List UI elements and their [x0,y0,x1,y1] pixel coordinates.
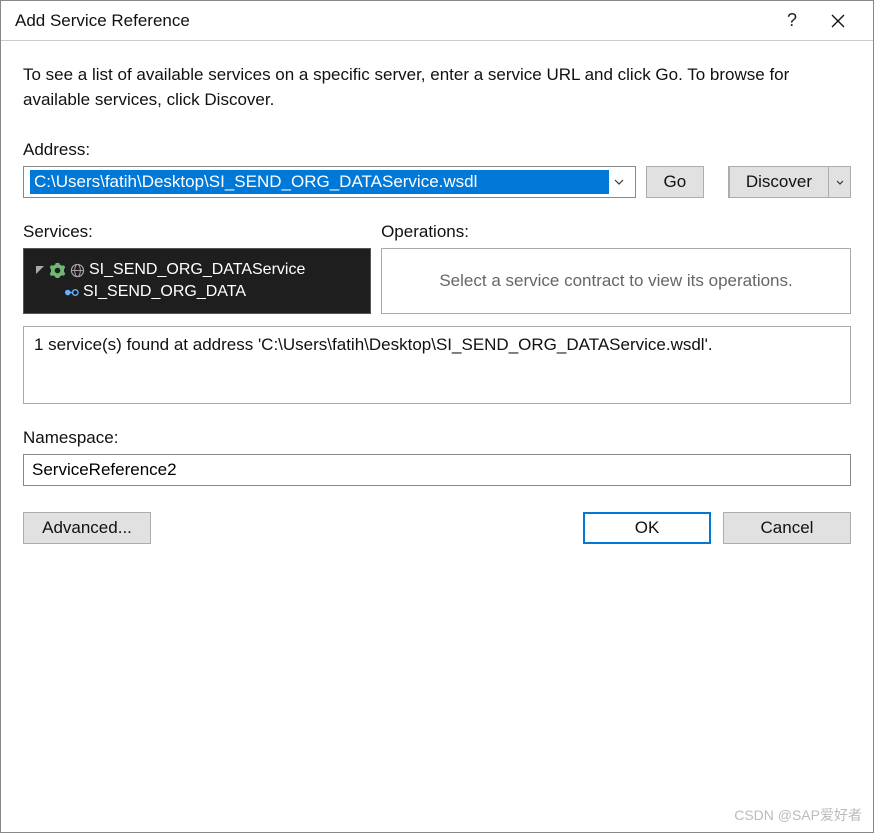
advanced-button[interactable]: Advanced... [23,512,151,544]
address-label: Address: [23,140,851,160]
globe-icon [70,263,85,278]
operations-label: Operations: [381,222,851,242]
footer: Advanced... OK Cancel [23,512,851,544]
ok-button[interactable]: OK [583,512,711,544]
operations-list[interactable]: Select a service contract to view its op… [381,248,851,314]
chevron-down-icon[interactable] [609,179,629,185]
address-combobox[interactable]: C:\Users\fatih\Desktop\SI_SEND_ORG_DATAS… [23,166,636,198]
tree-root-label: SI_SEND_ORG_DATAService [89,261,305,279]
close-icon[interactable] [815,2,861,40]
help-icon[interactable]: ? [769,2,815,40]
services-pane: Services: SI_SEND_ORG_DATAService SI_SEN… [23,222,371,314]
operations-placeholder: Select a service contract to view its op… [439,271,792,291]
dialog-title: Add Service Reference [15,11,769,31]
tree-child-row[interactable]: SI_SEND_ORG_DATA [32,281,362,303]
cancel-button[interactable]: Cancel [723,512,851,544]
address-row: C:\Users\fatih\Desktop\SI_SEND_ORG_DATAS… [23,166,851,198]
namespace-label: Namespace: [23,428,851,448]
panes: Services: SI_SEND_ORG_DATAService SI_SEN… [23,222,851,314]
address-value: C:\Users\fatih\Desktop\SI_SEND_ORG_DATAS… [30,170,609,194]
instruction-text: To see a list of available services on a… [23,63,851,112]
discover-dropdown-icon[interactable] [829,166,851,198]
namespace-row: Namespace: [23,428,851,486]
titlebar: Add Service Reference ? [1,1,873,41]
service-contract-icon [64,285,79,300]
dialog-body: To see a list of available services on a… [1,41,873,832]
expander-icon[interactable] [34,266,46,274]
services-tree[interactable]: SI_SEND_ORG_DATAService SI_SEND_ORG_DATA [23,248,371,314]
status-message: 1 service(s) found at address 'C:\Users\… [23,326,851,404]
tree-root-row[interactable]: SI_SEND_ORG_DATAService [32,259,362,281]
discover-button[interactable]: Discover [729,166,829,198]
operations-pane: Operations: Select a service contract to… [381,222,851,314]
services-label: Services: [23,222,371,242]
discover-split-button: Discover [728,166,851,198]
namespace-input[interactable] [23,454,851,486]
go-button[interactable]: Go [646,166,704,198]
add-service-reference-dialog: Add Service Reference ? To see a list of… [0,0,874,833]
gear-icon [50,263,65,278]
tree-child-label: SI_SEND_ORG_DATA [83,283,246,301]
